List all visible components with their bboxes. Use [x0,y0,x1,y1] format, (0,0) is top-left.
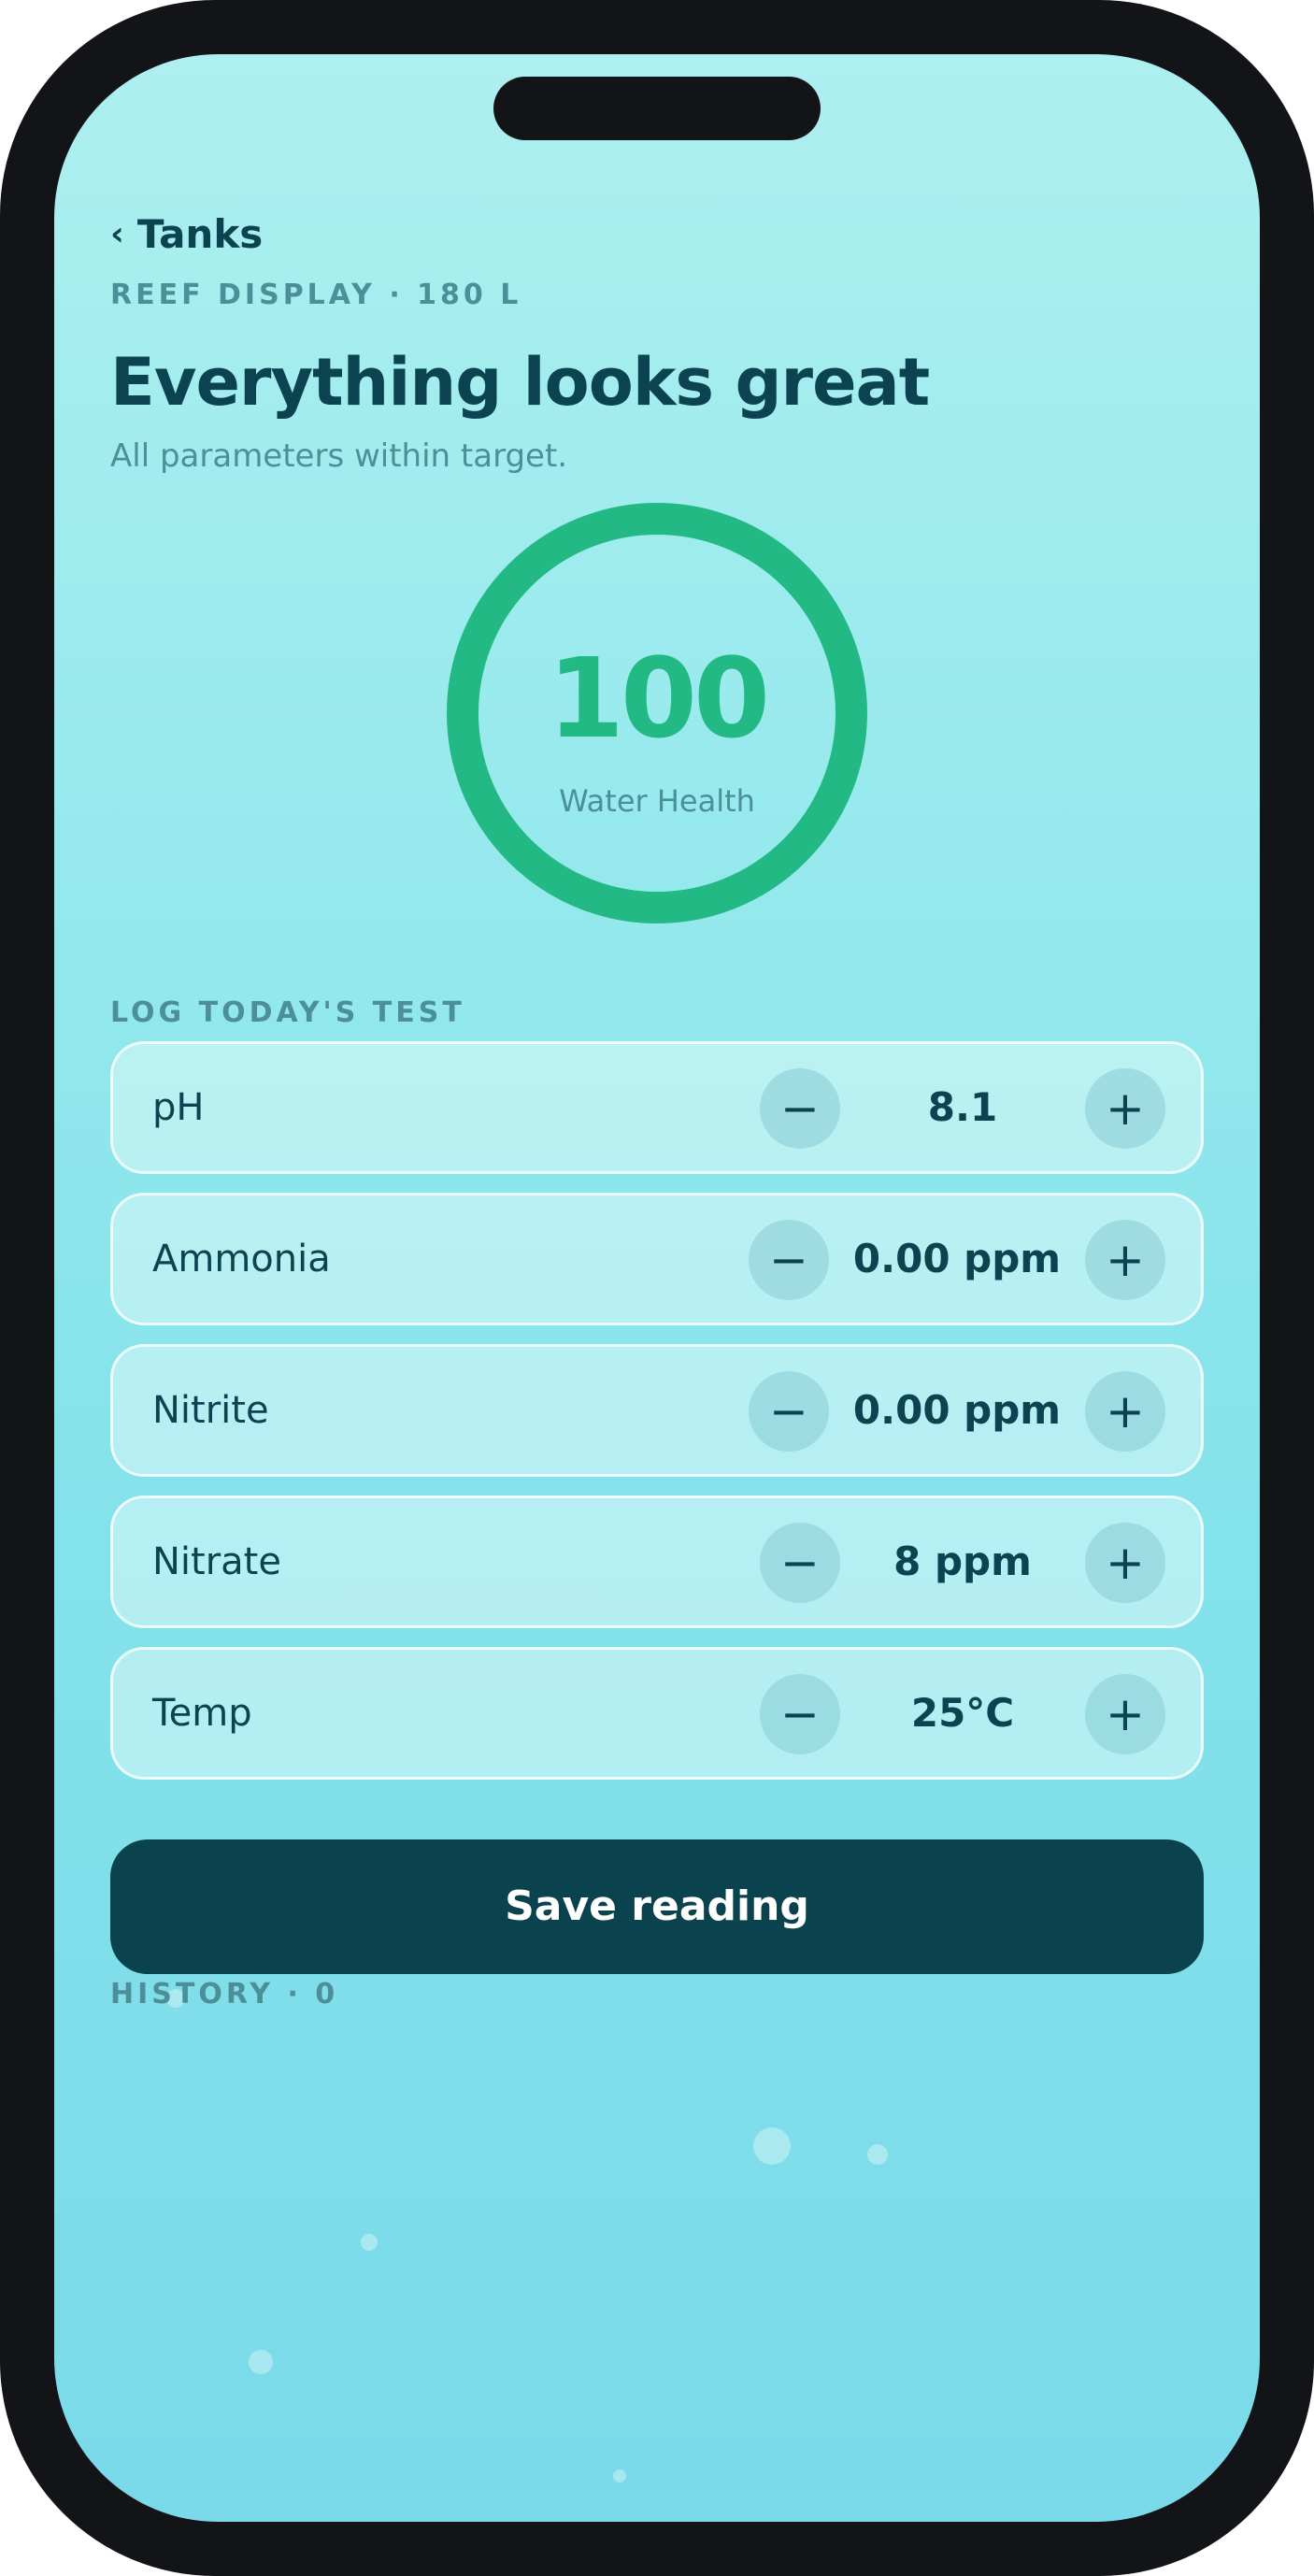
parameter-list: pH − 8.1 + Ammonia − 0.00 ppm + Nitrite … [110,1041,1204,1798]
parameter-value: 0.00 ppm [852,1236,1062,1281]
history-label: HISTORY · 0 [110,1978,339,2011]
parameter-row-ph: pH − 8.1 + [110,1041,1204,1174]
parameter-row-nitrite: Nitrite − 0.00 ppm + [110,1344,1204,1477]
parameter-label: Nitrate [152,1540,281,1583]
increment-button[interactable]: + [1085,1371,1165,1452]
parameter-value: 25°C [910,1690,1015,1736]
bubble-decoration [753,2127,791,2165]
status-subline: All parameters within target. [110,437,568,475]
decrement-button[interactable]: − [760,1674,840,1754]
water-health-gauge: 100 Water Health [447,503,867,923]
phone-frame: ‹ Tanks REEF DISPLAY · 180 L Everything … [0,0,1314,2576]
parameter-value: 0.00 ppm [852,1387,1062,1433]
parameter-label: pH [152,1086,205,1129]
bubble-decoration [867,2144,888,2165]
app-screen: ‹ Tanks REEF DISPLAY · 180 L Everything … [54,54,1260,2522]
back-button-label: Tanks [136,211,264,257]
parameter-row-ammonia: Ammonia − 0.00 ppm + [110,1193,1204,1325]
section-label-log: LOG TODAY'S TEST [110,996,465,1029]
decrement-button[interactable]: − [760,1068,840,1149]
parameter-value: 8 ppm [893,1538,1032,1584]
bubble-decoration [249,2350,273,2374]
increment-button[interactable]: + [1085,1674,1165,1754]
parameter-row-nitrate: Nitrate − 8 ppm + [110,1496,1204,1628]
parameter-label: Ammonia [152,1238,331,1281]
health-label: Water Health [559,783,755,819]
tank-name: REEF DISPLAY · 180 L [110,279,522,311]
dynamic-island [493,77,821,140]
parameter-label: Temp [152,1692,252,1735]
increment-button[interactable]: + [1085,1068,1165,1149]
chevron-left-icon: ‹ [110,215,124,253]
increment-button[interactable]: + [1085,1220,1165,1300]
decrement-button[interactable]: − [749,1220,829,1300]
parameter-row-temp: Temp − 25°C + [110,1647,1204,1780]
back-button[interactable]: ‹ Tanks [110,211,263,257]
status-headline: Everything looks great [110,344,930,421]
parameter-value: 8.1 [927,1084,998,1130]
bubble-decoration [361,2234,378,2251]
bubble-decoration [613,2469,626,2483]
decrement-button[interactable]: − [749,1371,829,1452]
increment-button[interactable]: + [1085,1523,1165,1603]
parameter-label: Nitrite [152,1389,269,1432]
save-reading-button[interactable]: Save reading [110,1839,1204,1974]
health-score: 100 [547,634,770,763]
decrement-button[interactable]: − [760,1523,840,1603]
